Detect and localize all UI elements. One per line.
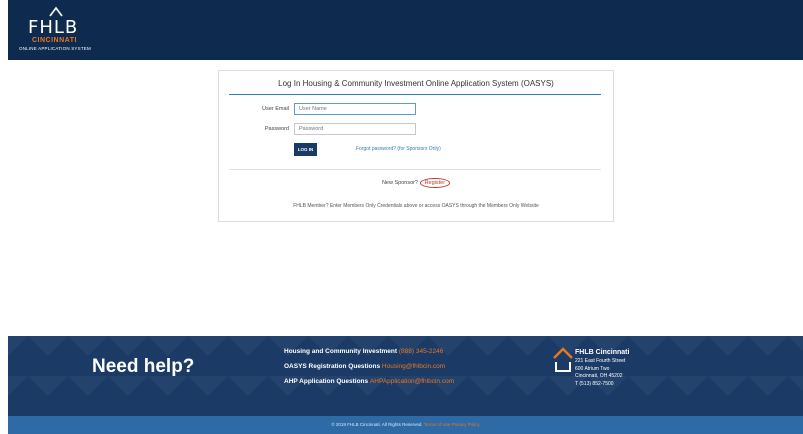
contact-label: AHP Application Questions (284, 378, 369, 385)
password-field[interactable] (294, 123, 416, 135)
contact-phone-link[interactable]: (888) 345-2246 (399, 348, 443, 355)
new-sponsor-row: New Sponsor? Register (219, 178, 613, 188)
org-name: FHLB Cincinnati (575, 349, 630, 356)
contact-label: OASYS Registration Questions (284, 363, 381, 370)
site-header: FHLB CINCINNATI ONLINE APPLICATION SYSTE… (8, 0, 803, 60)
privacy-link[interactable]: Privacy Policy (452, 422, 480, 427)
divider (229, 169, 601, 170)
contact-housing: Housing and Community Investment (888) 3… (284, 348, 443, 355)
login-title: Log In Housing & Community Investment On… (278, 79, 554, 88)
terms-link[interactable]: Terms of Use (424, 422, 451, 427)
password-label: Password (264, 126, 289, 132)
house-roof-icon (49, 6, 63, 17)
new-sponsor-text: New Sponsor? (381, 180, 419, 186)
address-phone: T (513) 852-7500 (575, 380, 614, 387)
member-note: FHLB Member? Enter Members Only Credenti… (293, 203, 539, 209)
title-underline (229, 94, 601, 95)
logo-text: FHLB (28, 17, 79, 38)
need-help-heading: Need help? (92, 356, 195, 377)
app-name: ONLINE APPLICATION SYSTEM (19, 46, 91, 51)
contact-registration: OASYS Registration Questions Housing@fhl… (284, 363, 445, 370)
forgot-password-link[interactable]: Forgot password? (for Sponsors Only) (356, 146, 441, 152)
login-card: Log In Housing & Community Investment On… (218, 70, 614, 222)
copyright-text: © 2019 FHLB Cincinnati. All Rights Reser… (331, 422, 423, 427)
register-link[interactable]: Register (419, 178, 451, 188)
site-footer: Need help? Housing and Community Investm… (8, 336, 803, 416)
copyright-bar: © 2019 FHLB Cincinnati. All Rights Reser… (8, 416, 803, 434)
address-block: FHLB Cincinnati 221 East Fourth Street 6… (575, 348, 629, 388)
logo-subtext: CINCINNATI (32, 37, 77, 44)
contact-label: Housing and Community Investment (284, 348, 398, 355)
contact-email-link[interactable]: Housing@fhlbcin.com (382, 363, 445, 370)
login-button[interactable]: LOG IN (294, 143, 317, 156)
address-line: Cincinnati, OH 45202 (575, 373, 623, 380)
contact-email-link[interactable]: AHPApplication@fhlbcin.com (370, 378, 454, 385)
house-logo-icon (553, 347, 573, 372)
address-line: 600 Atrium Two (575, 365, 610, 372)
email-label: User Email (262, 106, 289, 112)
email-field[interactable] (294, 103, 416, 115)
contact-ahp: AHP Application Questions AHPApplication… (284, 378, 454, 385)
address-line: 221 East Fourth Street (575, 358, 626, 364)
